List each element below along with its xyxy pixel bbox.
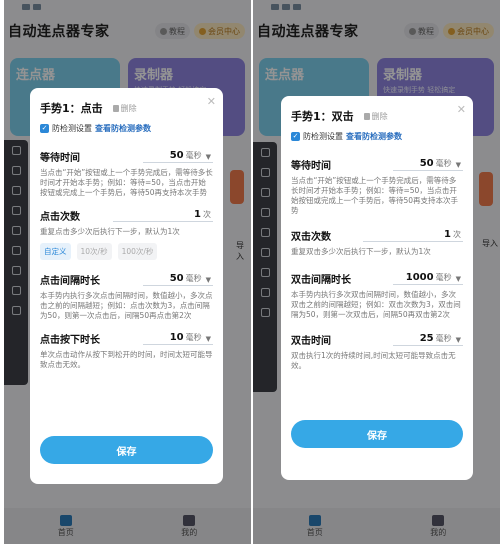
anti-detect-row: ✓ 防检测设置 查看防检测参数 xyxy=(30,120,223,137)
double-duration-section: 双击时间 25 毫秒 ▼ 双击执行1次的持续时间,时间太短可能导致点击无效。 xyxy=(281,332,473,371)
press-duration-unit: 毫秒 xyxy=(185,333,202,342)
double-click-gesture-dialog: 手势1：双击 删除 ✕ ✓ 防检测设置 查看防检测参数 等待时间 50 毫秒 ▼ 当… xyxy=(281,96,473,480)
click-interval-description: 本手势内执行多次点击间隔时间，数值越小，多次点击之前的间隔越短；例如：点击次数为… xyxy=(40,291,213,320)
double-duration-description: 双击执行1次的持续时间,时间太短可能导致点击无效。 xyxy=(291,351,456,370)
double-interval-unit: 毫秒 xyxy=(435,273,452,282)
chevron-down-icon[interactable]: ▼ xyxy=(456,161,461,169)
wait-time-label: 等待时间 xyxy=(291,161,331,172)
double-count-description: 重复双击多少次后执行下一步，默认为1次 xyxy=(291,247,431,256)
double-interval-label: 双击间隔时长 xyxy=(291,275,351,286)
click-count-value: 1 xyxy=(194,209,201,220)
delete-label: 删除 xyxy=(371,111,388,121)
close-icon[interactable]: ✕ xyxy=(207,95,216,108)
chip-100-per-sec[interactable]: 100次/秒 xyxy=(117,243,158,260)
chip-10-per-sec[interactable]: 10次/秒 xyxy=(76,243,112,260)
double-duration-label: 双击时间 xyxy=(291,336,331,347)
press-duration-field[interactable]: 10 毫秒 ▼ xyxy=(143,332,213,345)
view-anti-detect-link[interactable]: 查看防检测参数 xyxy=(95,123,151,134)
chevron-down-icon[interactable]: ▼ xyxy=(206,153,211,161)
anti-detect-checkbox[interactable]: ✓ xyxy=(40,124,49,133)
double-interval-description: 本手势内执行多次双击间隔时间，数值越小，多次双击之前的间隔越短；例如：双击次数为… xyxy=(291,290,461,319)
wait-time-description: 当点击“开始”按钮或上一个手势完成后，需等待多长时间才开始本手势；例如：等待=5… xyxy=(291,176,459,215)
anti-detect-label: 防检测设置 xyxy=(52,124,92,133)
dialog-title: 手势1：点击 xyxy=(40,102,103,115)
comparison-screenshot: 自动连点器专家 教程 会员中心 连点器 录制器 快速录制手势 轻松搞定 导入 xyxy=(0,0,502,544)
click-gesture-dialog: 手势1：点击 删除 ✕ ✓ 防检测设置 查看防检测参数 等待时间 50 毫秒 ▼ 当… xyxy=(30,88,223,484)
click-interval-value: 50 xyxy=(169,273,184,284)
press-duration-value: 10 xyxy=(169,332,184,343)
double-duration-field[interactable]: 25 毫秒 ▼ xyxy=(393,333,463,346)
wait-time-label: 等待时间 xyxy=(40,153,80,164)
double-count-label: 双击次数 xyxy=(291,232,331,243)
click-rate-chips: 自定义 10次/秒 100次/秒 xyxy=(40,243,213,260)
click-count-description: 重复点击多少次后执行下一步，默认为1次 xyxy=(40,227,180,236)
press-duration-description: 单次点击动作从按下到松开的时间，时间太短可能导致点击无效。 xyxy=(40,350,213,369)
double-interval-field[interactable]: 1000 毫秒 ▼ xyxy=(393,272,463,285)
trash-icon xyxy=(363,112,370,120)
delete-button[interactable]: 删除 xyxy=(112,103,137,114)
press-duration-label: 点击按下时长 xyxy=(40,335,100,346)
chevron-down-icon[interactable]: ▼ xyxy=(456,336,461,344)
double-interval-section: 双击间隔时长 1000 毫秒 ▼ 本手势内执行多次双击间隔时间，数值越小，多次双击之… xyxy=(281,271,473,320)
wait-time-description: 当点击“开始”按钮或上一个手势完成后，需等待多长时间才开始本手势；例如：等待=5… xyxy=(40,168,213,197)
double-count-unit: 次 xyxy=(453,230,461,239)
click-count-unit: 次 xyxy=(203,210,211,219)
anti-detect-checkbox[interactable]: ✓ xyxy=(291,132,300,141)
wait-time-value: 50 xyxy=(419,158,434,169)
save-button[interactable]: 保存 xyxy=(40,436,213,464)
save-button[interactable]: 保存 xyxy=(291,420,463,448)
chevron-down-icon[interactable]: ▼ xyxy=(456,275,461,283)
wait-time-section: 等待时间 50 毫秒 ▼ 当点击“开始”按钮或上一个手势完成后，需等待多长时间才开始… xyxy=(281,157,473,216)
chevron-down-icon[interactable]: ▼ xyxy=(206,276,211,284)
click-count-field[interactable]: 1次 xyxy=(113,209,213,222)
click-count-section: 点击次数 1次 重复点击多少次后执行下一步，默认为1次 自定义 10次/秒 10… xyxy=(30,208,223,260)
wait-time-field[interactable]: 50 毫秒 ▼ xyxy=(393,158,463,171)
click-interval-field[interactable]: 50 毫秒 ▼ xyxy=(143,273,213,286)
delete-button[interactable]: 删除 xyxy=(363,111,388,122)
delete-label: 删除 xyxy=(120,103,137,113)
double-count-value: 1 xyxy=(444,229,451,240)
click-interval-unit: 毫秒 xyxy=(185,274,202,283)
anti-detect-row: ✓ 防检测设置 查看防检测参数 xyxy=(281,128,473,145)
anti-detect-label: 防检测设置 xyxy=(303,132,343,141)
close-icon[interactable]: ✕ xyxy=(457,103,466,116)
dialog-title: 手势1：双击 xyxy=(291,110,354,123)
double-count-section: 双击次数 1次 重复双击多少次后执行下一步，默认为1次 xyxy=(281,228,473,257)
click-interval-label: 点击间隔时长 xyxy=(40,276,100,287)
press-duration-section: 点击按下时长 10 毫秒 ▼ 单次点击动作从按下到松开的时间，时间太短可能导致点击无… xyxy=(30,331,223,370)
wait-time-unit: 毫秒 xyxy=(435,159,452,168)
chevron-down-icon[interactable]: ▼ xyxy=(206,335,211,343)
wait-time-section: 等待时间 50 毫秒 ▼ 当点击“开始”按钮或上一个手势完成后，需等待多长时间才开始… xyxy=(30,149,223,198)
wait-time-field[interactable]: 50 毫秒 ▼ xyxy=(143,150,213,163)
double-duration-value: 25 xyxy=(419,333,434,344)
wait-time-unit: 毫秒 xyxy=(185,151,202,160)
double-duration-unit: 毫秒 xyxy=(435,334,452,343)
wait-time-value: 50 xyxy=(169,150,184,161)
chip-custom[interactable]: 自定义 xyxy=(40,243,71,260)
view-anti-detect-link[interactable]: 查看防检测参数 xyxy=(346,131,402,142)
double-interval-value: 1000 xyxy=(405,272,434,283)
click-interval-section: 点击间隔时长 50 毫秒 ▼ 本手势内执行多次点击间隔时间，数值越小，多次点击之前的… xyxy=(30,272,223,321)
double-count-field[interactable]: 1次 xyxy=(363,229,463,242)
click-count-label: 点击次数 xyxy=(40,212,80,223)
trash-icon xyxy=(112,104,119,112)
